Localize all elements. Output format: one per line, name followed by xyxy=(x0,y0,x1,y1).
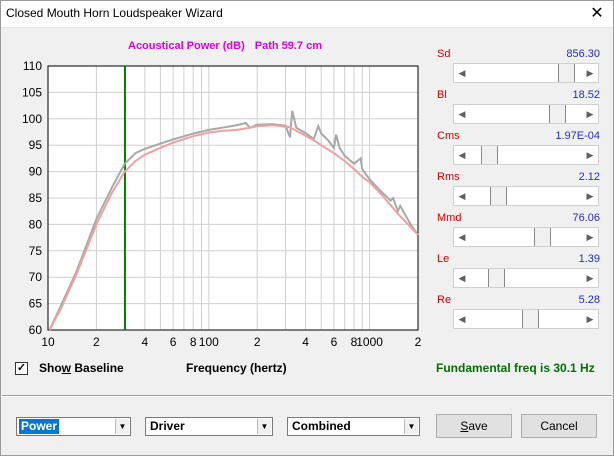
x-tick-label: 6 xyxy=(170,335,177,349)
slider-thumb[interactable] xyxy=(549,105,566,123)
slider-value: 18.52 xyxy=(572,89,600,101)
show-baseline-checkbox[interactable]: ✓ xyxy=(15,362,28,375)
arrow-right-icon[interactable]: ▶ xyxy=(582,269,598,287)
mode-dropdown[interactable]: Power ▼ xyxy=(16,417,131,436)
chart-area: Acoustical Power (dB) Path 59.7 cm 60 65 70… xyxy=(0,28,432,358)
divider xyxy=(2,395,612,397)
x-tick-label: 10 xyxy=(41,335,55,349)
slider-value: 1.39 xyxy=(578,253,600,265)
combine-value: Combined xyxy=(292,419,351,433)
x-tick-label: 4 xyxy=(302,335,309,349)
y-tick-label: 95 xyxy=(29,138,43,152)
slider-track[interactable]: ◀ ▶ xyxy=(453,186,599,206)
slider-label: Sd xyxy=(437,48,451,60)
slider-bl: Bl 18.52 ◀ ▶ xyxy=(435,89,600,130)
x-tick-label: 100 xyxy=(199,335,219,349)
slider-thumb[interactable] xyxy=(490,187,507,205)
fundamental-frequency: Fundamental freq is 30.1 Hz xyxy=(436,361,595,375)
slider-track[interactable]: ◀ ▶ xyxy=(453,268,599,288)
slider-sd: Sd 856.30 ◀ ▶ xyxy=(435,48,600,89)
arrow-left-icon[interactable]: ◀ xyxy=(454,64,470,82)
slider-le: Le 1.39 ◀ ▶ xyxy=(435,253,600,294)
slider-thumb[interactable] xyxy=(558,64,575,82)
x-tick-label: 1000 xyxy=(356,335,383,349)
arrow-right-icon[interactable]: ▶ xyxy=(582,146,598,164)
arrow-right-icon[interactable]: ▶ xyxy=(582,228,598,246)
y-tick-label: 90 xyxy=(29,165,43,179)
chart-title-left: Acoustical Power (dB) xyxy=(128,40,245,52)
slider-label: Cms xyxy=(437,130,460,142)
slider-value: 76.06 xyxy=(572,212,600,224)
y-tick-label: 75 xyxy=(29,244,43,258)
arrow-left-icon[interactable]: ◀ xyxy=(454,269,470,287)
slider-cms: Cms 1.97E-04 ◀ ▶ xyxy=(435,130,600,171)
slider-mmd: Mmd 76.06 ◀ ▶ xyxy=(435,212,600,253)
y-tick-label: 85 xyxy=(29,191,43,205)
x-tick-label: 4 xyxy=(141,335,148,349)
x-tick-label: 6 xyxy=(331,335,338,349)
slider-value: 1.97E-04 xyxy=(555,130,600,142)
show-baseline-label: Show Baseline xyxy=(39,361,124,375)
close-button[interactable]: ✕ xyxy=(586,4,608,24)
y-tick-label: 100 xyxy=(22,112,42,126)
slider-label: Bl xyxy=(437,89,447,101)
title-bar: Closed Mouth Horn Loudspeaker Wizard ✕ xyxy=(0,0,614,28)
slider-track[interactable]: ◀ ▶ xyxy=(453,309,599,329)
arrow-left-icon[interactable]: ◀ xyxy=(454,187,470,205)
slider-thumb[interactable] xyxy=(522,310,539,328)
slider-label: Mmd xyxy=(437,212,462,224)
arrow-left-icon[interactable]: ◀ xyxy=(454,105,470,123)
mode-value: Power xyxy=(19,419,60,434)
slider-value: 2.12 xyxy=(578,171,600,183)
arrow-right-icon[interactable]: ▶ xyxy=(582,310,598,328)
arrow-right-icon[interactable]: ▶ xyxy=(582,105,598,123)
slider-track[interactable]: ◀ ▶ xyxy=(453,104,599,124)
label-part: Baseline xyxy=(71,361,124,375)
x-tick-label: 8 xyxy=(190,335,197,349)
slider-track[interactable]: ◀ ▶ xyxy=(453,145,599,165)
slider-rms: Rms 2.12 ◀ ▶ xyxy=(435,171,600,212)
source-dropdown[interactable]: Driver ▼ xyxy=(145,417,273,436)
source-value: Driver xyxy=(150,419,185,433)
chart-title-right: Path 59.7 cm xyxy=(254,40,323,52)
arrow-left-icon[interactable]: ◀ xyxy=(454,146,470,164)
save-button[interactable]: Save xyxy=(436,414,512,438)
slider-track[interactable]: ◀ ▶ xyxy=(453,227,599,247)
slider-re: Re 5.28 ◀ ▶ xyxy=(435,294,600,335)
y-tick-label: 60 xyxy=(29,323,43,337)
arrow-right-icon[interactable]: ▶ xyxy=(582,64,598,82)
slider-thumb[interactable] xyxy=(488,269,505,287)
chevron-down-icon[interactable]: ▼ xyxy=(257,419,271,434)
arrow-right-icon[interactable]: ▶ xyxy=(582,187,598,205)
frequency-response-chart: 606570758085909510010511010 2 4 6 8 100 2 4 6 810… xyxy=(22,59,422,349)
x-tick-label: 2 xyxy=(93,335,100,349)
slider-thumb[interactable] xyxy=(534,228,551,246)
slider-thumb[interactable] xyxy=(481,146,498,164)
y-tick-label: 110 xyxy=(23,59,42,73)
label-accel: w xyxy=(61,361,72,375)
chevron-down-icon[interactable]: ▼ xyxy=(404,419,418,434)
slider-label: Le xyxy=(437,253,450,265)
x-axis-label: Frequency (hertz) xyxy=(186,361,287,375)
combine-dropdown[interactable]: Combined ▼ xyxy=(287,417,420,436)
cancel-button[interactable]: Cancel xyxy=(521,414,597,438)
chevron-down-icon[interactable]: ▼ xyxy=(115,419,129,434)
x-tick-label: 2 xyxy=(415,335,422,349)
slider-track[interactable]: ◀ ▶ xyxy=(453,63,599,83)
y-tick-label: 80 xyxy=(29,217,43,231)
save-label: ave xyxy=(468,419,488,433)
y-tick-label: 105 xyxy=(22,85,42,99)
arrow-left-icon[interactable]: ◀ xyxy=(454,310,470,328)
chart-title: Acoustical Power (dB) Path 59.7 cm xyxy=(128,40,322,52)
slider-value: 856.30 xyxy=(566,48,600,60)
slider-label: Rms xyxy=(437,171,460,183)
y-tick-label: 70 xyxy=(29,270,43,284)
y-tick-label: 65 xyxy=(29,297,43,311)
arrow-left-icon[interactable]: ◀ xyxy=(454,228,470,246)
label-part: Sho xyxy=(39,361,62,375)
slider-value: 5.28 xyxy=(578,294,600,306)
x-tick-label: 2 xyxy=(254,335,261,349)
window-title: Closed Mouth Horn Loudspeaker Wizard xyxy=(6,6,223,20)
slider-label: Re xyxy=(437,294,452,306)
